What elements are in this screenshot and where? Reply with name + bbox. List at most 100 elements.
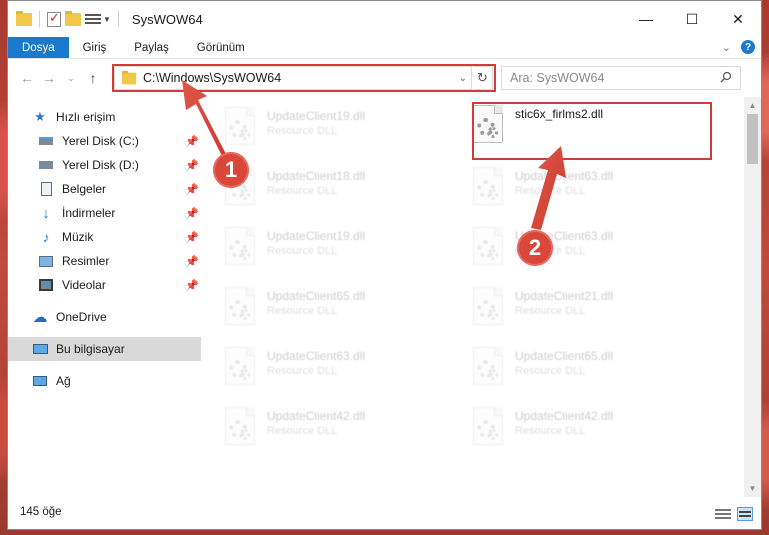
window-controls: — ☐ ✕ [623,1,761,37]
music-icon: ♪ [42,229,50,245]
file-name: UpdateClient63.dll [515,169,614,183]
sidebar-item-label: Yerel Disk (C:) [62,134,139,148]
pin-icon[interactable]: 📌 [185,159,199,172]
sidebar-item-network[interactable]: Ağ [8,369,201,393]
file-name: UpdateClient19.dll [267,109,366,123]
tab-home[interactable]: Giriş [69,37,121,58]
file-type: Resource DLL [267,425,338,437]
properties-check-icon[interactable] [47,10,61,27]
dll-file-icon [471,227,507,269]
file-type: Resource DLL [267,305,338,317]
large-icons-view-icon[interactable] [737,507,753,521]
scroll-up-arrow-icon[interactable]: ▲ [744,97,761,114]
dll-file-icon [223,107,259,149]
list-item[interactable]: UpdateClient63.dll Resource DLL [471,161,701,213]
pin-icon[interactable]: 📌 [185,255,199,268]
scrollbar-thumb[interactable] [747,114,758,164]
dll-file-icon [471,287,507,329]
recent-locations-chevron-icon[interactable]: ⌄ [60,73,82,84]
sidebar-item-drive-d[interactable]: Yerel Disk (D:) 📌 [8,153,201,177]
file-name: UpdateClient42.dll [515,409,614,423]
forward-arrow-icon[interactable]: → [38,70,60,86]
pin-icon[interactable]: 📌 [185,231,199,244]
sidebar-item-quick-access[interactable]: ★ Hızlı erişim [8,105,201,129]
back-arrow-icon[interactable]: ← [16,70,38,86]
drive-icon [38,133,54,149]
navigation-pane: ★ Hızlı erişim Yerel Disk (C:) 📌 Yerel D… [8,97,201,497]
sidebar-item-label: Yerel Disk (D:) [62,158,139,172]
pin-icon[interactable]: 📌 [185,135,199,148]
list-item[interactable]: UpdateClient19.dll Resource DLL [223,221,453,273]
pin-icon[interactable]: 📌 [185,279,199,292]
sidebar-item-downloads[interactable]: ↓ İndirmeler 📌 [8,201,201,225]
file-type: Resource DLL [267,125,338,137]
address-highlight-box [112,64,496,92]
folder-icon[interactable] [16,11,32,27]
file-type: Resource DLL [267,365,338,377]
file-name: UpdateClient18.dll [267,169,366,183]
list-item[interactable]: UpdateClient63.dllResource DLL [223,341,453,393]
list-item[interactable]: UpdateClient65.dll Resource DLL [471,341,701,393]
list-item[interactable]: UpdateClient65.dll Resource DLL [223,281,453,333]
file-name: UpdateClient21.dll [515,289,614,303]
file-type: Resource DLL [515,305,586,317]
ribbon-tabs: Dosya Giriş Paylaş Görünüm ⌄ ? [8,37,761,59]
list-item[interactable]: UpdateClient63.dllResource DLL [471,221,701,273]
star-icon: ★ [34,109,46,124]
sidebar-item-label: Müzik [62,230,94,244]
file-type: Resource DLL [267,185,338,197]
tab-file[interactable]: Dosya [8,37,69,58]
file-name: UpdateClient19.dll [267,229,366,243]
pin-icon[interactable]: 📌 [185,183,199,196]
details-view-icon[interactable] [715,507,731,521]
new-folder-icon[interactable] [65,11,81,27]
sidebar-item-this-pc[interactable]: Bu bilgisayar [8,337,201,361]
minimize-button[interactable]: — [623,1,669,37]
download-icon: ↓ [42,204,50,222]
list-item[interactable]: UpdateClient19.dll Resource DLL [223,101,453,153]
file-name: UpdateClient65.dll [267,289,366,303]
list-item[interactable]: UpdateClient21.dll Resource DLL [471,281,701,333]
list-item[interactable]: UpdateClient42.dll Resource DLL [223,401,453,453]
customize-toolbar-chevron-icon[interactable]: ▼ [103,15,111,24]
help-icon[interactable]: ? [741,40,755,54]
status-bar: 145 öğe [8,495,761,529]
dll-file-icon [223,227,259,269]
tab-share[interactable]: Paylaş [120,37,183,58]
sidebar-item-label: Belgeler [62,182,107,196]
file-type: Resource DLL [515,425,586,437]
file-type: Resource DLL [515,185,586,197]
step-badge-1: 1 [213,152,249,188]
close-button[interactable]: ✕ [715,1,761,37]
toolbar-divider [117,11,119,27]
tab-view[interactable]: Görünüm [183,37,259,58]
sidebar-item-documents[interactable]: Belgeler 📌 [8,177,201,201]
sidebar-item-label: Resimler [62,254,110,268]
file-type: Resource DLL [267,245,338,257]
view-options-icon[interactable] [85,12,101,26]
pictures-icon [38,253,54,269]
sidebar-item-drive-c[interactable]: Yerel Disk (C:) 📌 [8,129,201,153]
maximize-button[interactable]: ☐ [669,1,715,37]
pin-icon[interactable]: 📌 [185,207,199,220]
vertical-scrollbar[interactable]: ▲ ▼ [744,97,761,497]
address-row: ← → ⌄ ↑ C:\Windows\SysWOW64 ⌄ ↻ Ara: Sys… [8,59,761,97]
toolbar-divider [39,11,40,27]
drive-icon [38,157,54,173]
list-item[interactable]: UpdateClient42.dll Resource DLL [471,401,701,453]
dll-file-icon [223,407,259,449]
search-input[interactable]: Ara: SysWOW64 [501,66,741,90]
sidebar-item-label: Videolar [62,278,106,292]
sidebar-item-music[interactable]: ♪ Müzik 📌 [8,225,201,249]
dll-file-icon [223,287,259,329]
up-arrow-icon[interactable]: ↑ [82,70,104,86]
videos-icon [38,277,54,293]
sidebar-item-videos[interactable]: Videolar 📌 [8,273,201,297]
sidebar-item-label: Ağ [56,374,71,388]
sidebar-item-pictures[interactable]: Resimler 📌 [8,249,201,273]
file-highlight-box [472,102,712,160]
list-item[interactable]: UpdateClient18.dll Resource DLL [223,161,453,213]
search-icon[interactable] [720,71,732,83]
expand-ribbon-chevron-icon[interactable]: ⌄ [722,41,731,54]
sidebar-item-onedrive[interactable]: ☁ OneDrive [8,305,201,329]
